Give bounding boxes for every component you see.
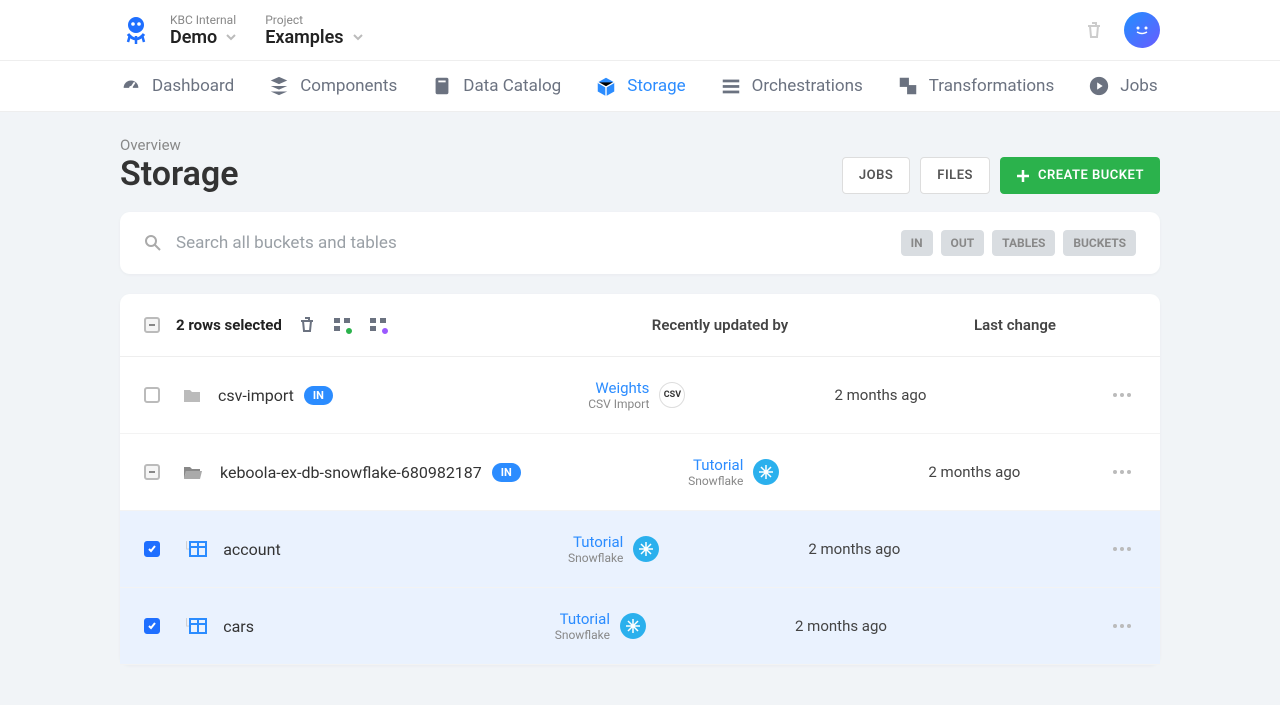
- updater-link[interactable]: Tutorial: [555, 610, 610, 628]
- user-avatar[interactable]: [1124, 12, 1160, 48]
- source-icon: [753, 459, 779, 485]
- row-name: cars: [223, 617, 254, 636]
- org-selector[interactable]: KBC Internal Demo: [170, 13, 237, 48]
- stage-badge: IN: [304, 386, 333, 405]
- row-more-button[interactable]: [1108, 469, 1136, 475]
- chevron-down-icon: [352, 31, 364, 43]
- main-nav: Dashboard Components Data Catalog Storage Or…: [0, 61, 1280, 112]
- filter-pill-buckets[interactable]: BUCKETS: [1063, 230, 1136, 256]
- row-more-button[interactable]: [1108, 392, 1136, 398]
- row-type-icon: └: [182, 541, 207, 557]
- updater-link[interactable]: Weights: [588, 379, 649, 397]
- chevron-down-icon: [225, 31, 237, 43]
- app-logo: [120, 14, 152, 46]
- col-updated-by: Recently updated by: [620, 316, 820, 334]
- nav-dashboard[interactable]: Dashboard: [120, 75, 234, 97]
- source-icon: [633, 536, 659, 562]
- stage-badge: IN: [492, 463, 521, 482]
- page-title: Storage: [120, 154, 239, 194]
- filter-pill-out[interactable]: OUT: [941, 230, 985, 256]
- row-checkbox[interactable]: [144, 387, 160, 403]
- select-all-checkbox[interactable]: [144, 317, 160, 333]
- nav-jobs[interactable]: Jobs: [1088, 75, 1157, 97]
- row-time: 2 months ago: [805, 386, 955, 404]
- bulk-move-button[interactable]: [368, 316, 388, 334]
- row-time: 2 months ago: [766, 617, 916, 635]
- row-name: keboola-ex-db-snowflake-680982187: [220, 463, 482, 482]
- nav-components[interactable]: Components: [268, 75, 397, 97]
- bulk-add-button[interactable]: [332, 316, 352, 334]
- nav-transformations[interactable]: Transformations: [897, 75, 1054, 97]
- row-checkbox[interactable]: [144, 464, 160, 480]
- delete-selected-button[interactable]: [298, 316, 316, 334]
- project-selector[interactable]: Project Examples: [265, 13, 363, 48]
- plus-icon: [1016, 169, 1030, 183]
- source-icon: CSV: [659, 382, 685, 408]
- files-button[interactable]: FILES: [920, 157, 990, 194]
- jobs-button[interactable]: JOBS: [842, 157, 910, 194]
- nav-storage[interactable]: Storage: [595, 75, 685, 97]
- row-type-icon: [182, 386, 202, 404]
- row-name: account: [223, 540, 280, 559]
- search-input[interactable]: [176, 233, 901, 253]
- row-more-button[interactable]: [1108, 546, 1136, 552]
- row-name: csv-import: [218, 386, 294, 405]
- trash-button[interactable]: [1084, 20, 1104, 40]
- row-time: 2 months ago: [899, 463, 1049, 481]
- updater-link[interactable]: Tutorial: [688, 456, 743, 474]
- filter-pill-tables[interactable]: TABLES: [992, 230, 1055, 256]
- table-row[interactable]: └accountTutorialSnowflake2 months ago: [120, 511, 1160, 588]
- row-type-icon: [182, 463, 204, 481]
- create-bucket-button[interactable]: CREATE BUCKET: [1000, 157, 1160, 194]
- filter-pill-in[interactable]: IN: [901, 230, 933, 256]
- table-row[interactable]: keboola-ex-db-snowflake-680982187 IN Tutor…: [120, 434, 1160, 511]
- nav-orchestrations[interactable]: Orchestrations: [720, 75, 863, 97]
- search-icon: [144, 234, 162, 252]
- row-checkbox[interactable]: [144, 541, 160, 557]
- row-type-icon: └: [182, 618, 207, 634]
- page-overview-label: Overview: [120, 136, 239, 154]
- table-row[interactable]: csv-importINWeightsCSV ImportCSV2 months…: [120, 357, 1160, 434]
- col-last-change: Last change: [940, 316, 1090, 334]
- rows-selected-text: 2 rows selected: [176, 316, 282, 334]
- row-more-button[interactable]: [1108, 623, 1136, 629]
- row-checkbox[interactable]: [144, 618, 160, 634]
- table-row[interactable]: └carsTutorialSnowflake2 months ago: [120, 588, 1160, 665]
- source-icon: [620, 613, 646, 639]
- updater-link[interactable]: Tutorial: [568, 533, 623, 551]
- row-time: 2 months ago: [779, 540, 929, 558]
- nav-data-catalog[interactable]: Data Catalog: [431, 75, 561, 97]
